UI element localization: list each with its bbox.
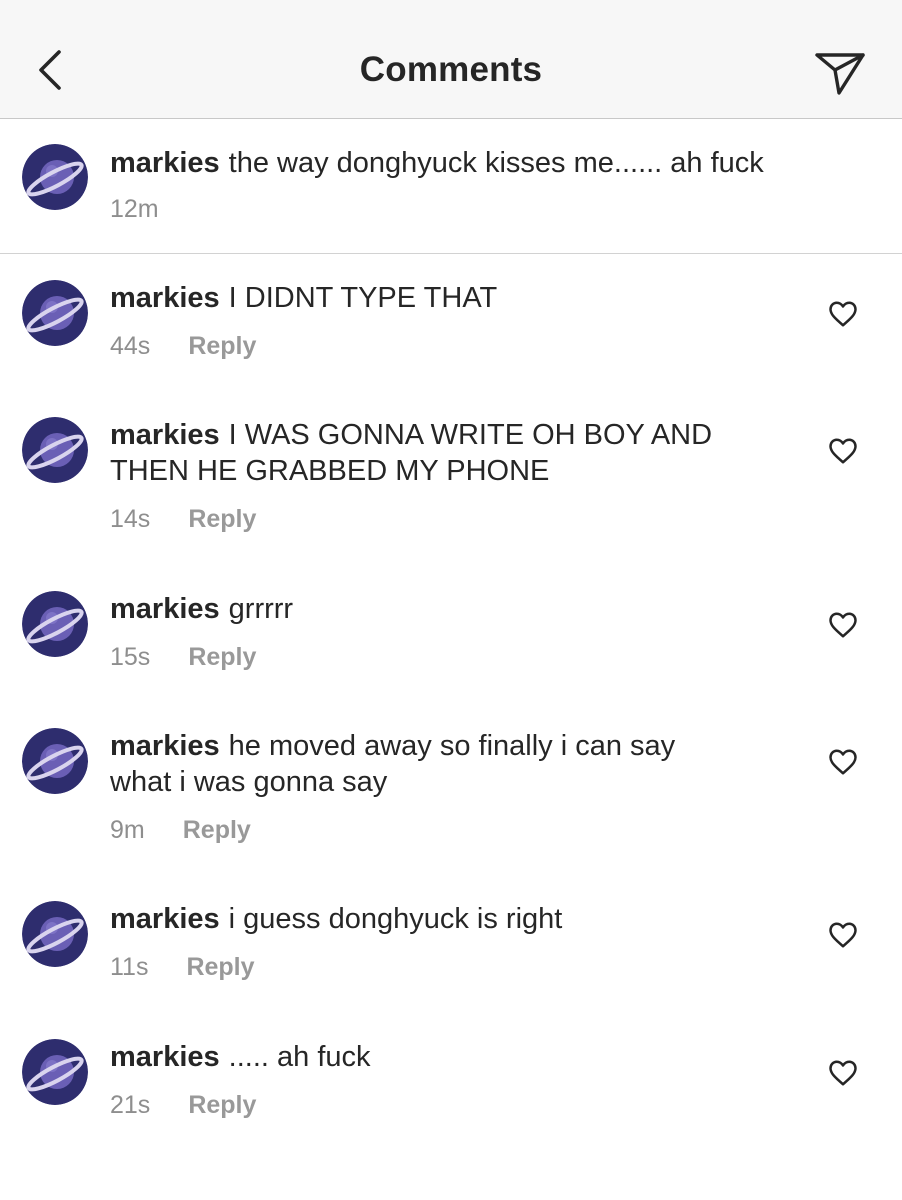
username[interactable]: markies (110, 282, 220, 314)
avatar[interactable] (22, 1039, 88, 1105)
comment-text: markies grrrrr (110, 591, 790, 627)
heart-icon[interactable] (828, 610, 858, 640)
username[interactable]: markies (110, 1041, 220, 1073)
planet-avatar-icon (22, 728, 88, 794)
heart-icon[interactable] (828, 299, 858, 329)
caption-meta: 12m (110, 195, 159, 224)
caption-body: the way donghyuck kisses me...... ah fuc… (228, 147, 764, 179)
planet-avatar-icon (22, 591, 88, 657)
comment-meta: 21s Reply (110, 1091, 256, 1120)
comment-body: ..... ah fuck (228, 1041, 371, 1073)
avatar[interactable] (22, 728, 88, 794)
comment-meta: 11s Reply (110, 953, 255, 982)
username[interactable]: markies (110, 419, 220, 451)
timestamp: 12m (110, 195, 159, 223)
timestamp: 14s (110, 505, 151, 533)
planet-avatar-icon (22, 1039, 88, 1105)
comment-body: grrrrr (228, 593, 294, 625)
caption-text: markies the way donghyuck kisses me......… (110, 145, 790, 181)
heart-icon[interactable] (828, 747, 858, 777)
comment-meta: 14s Reply (110, 505, 256, 534)
reply-button[interactable]: Reply (188, 505, 256, 533)
reply-button[interactable]: Reply (188, 643, 256, 671)
heart-icon[interactable] (828, 1058, 858, 1088)
post-caption: markies the way donghyuck kisses me......… (0, 119, 902, 254)
comment-meta: 44s Reply (110, 332, 256, 361)
comment-text: markies he moved away so finally i can sa… (110, 728, 740, 800)
timestamp: 15s (110, 643, 151, 671)
username[interactable]: markies (110, 903, 220, 935)
comment-text: markies i guess donghyuck is right (110, 901, 790, 937)
avatar[interactable] (22, 901, 88, 967)
comment-meta: 9m Reply (110, 816, 251, 845)
planet-avatar-icon (22, 417, 88, 483)
comment-body: I DIDNT TYPE THAT (228, 282, 498, 314)
share-button[interactable] (812, 44, 868, 100)
reply-button[interactable]: Reply (188, 332, 256, 360)
username[interactable]: markies (110, 147, 220, 179)
avatar[interactable] (22, 417, 88, 483)
heart-icon[interactable] (828, 436, 858, 466)
avatar[interactable] (22, 280, 88, 346)
paper-plane-icon (815, 53, 865, 95)
top-navigation-bar: Comments (0, 0, 902, 119)
avatar[interactable] (22, 144, 88, 210)
comment-text: markies..... ah fuck (110, 1039, 790, 1075)
avatar[interactable] (22, 591, 88, 657)
page-title: Comments (359, 50, 543, 89)
reply-button[interactable]: Reply (186, 953, 254, 981)
reply-button[interactable]: Reply (188, 1091, 256, 1119)
timestamp: 44s (110, 332, 151, 360)
username[interactable]: markies (110, 730, 220, 762)
timestamp: 11s (110, 953, 149, 981)
reply-button[interactable]: Reply (183, 816, 251, 844)
username[interactable]: markies (110, 593, 220, 625)
planet-avatar-icon (22, 144, 88, 210)
timestamp: 9m (110, 816, 145, 844)
timestamp: 21s (110, 1091, 151, 1119)
comment-text: markies I WAS GONNA WRITE OH BOY AND THEN… (110, 417, 760, 489)
comment-meta: 15s Reply (110, 643, 256, 672)
comment-text: markies I DIDNT TYPE THAT (110, 280, 790, 316)
planet-avatar-icon (22, 280, 88, 346)
comment-body: i guess donghyuck is right (228, 903, 563, 935)
planet-avatar-icon (22, 901, 88, 967)
heart-icon[interactable] (828, 920, 858, 950)
